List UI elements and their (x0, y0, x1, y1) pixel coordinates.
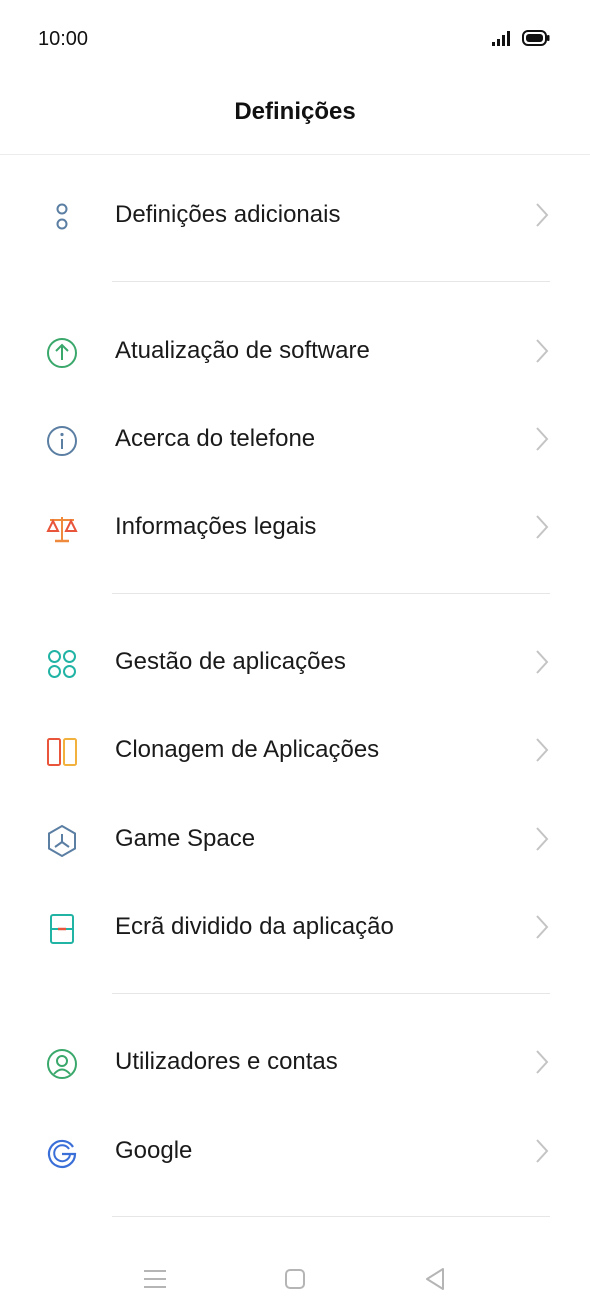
settings-item-label: Definições adicionais (115, 201, 341, 228)
chevron-right-icon (536, 738, 549, 762)
settings-item-label: Utilizadores e contas (115, 1048, 338, 1075)
user-accounts-icon (44, 1046, 80, 1082)
google-icon (44, 1135, 80, 1171)
settings-item-about-phone[interactable]: Acerca do telefone (0, 395, 590, 483)
settings-item-label: Atualização de software (115, 337, 370, 364)
app-management-icon (44, 646, 80, 682)
settings-item-label: Ecrã dividido da aplicação (115, 913, 394, 940)
chevron-right-icon (536, 650, 549, 674)
settings-item-label: Clonagem de Aplicações (115, 736, 380, 763)
settings-item-legal[interactable]: Informações legais (0, 483, 590, 571)
settings-item-split-screen[interactable]: Ecrã dividido da aplicação (0, 883, 590, 971)
split-screen-icon (44, 911, 80, 947)
settings-item-label: Gestão de aplicações (115, 648, 346, 675)
legal-scale-icon (44, 511, 80, 547)
software-update-icon (44, 335, 80, 371)
battery-icon (522, 30, 550, 46)
back-icon[interactable] (420, 1264, 450, 1294)
chevron-right-icon (536, 1050, 549, 1074)
settings-item-additional[interactable]: Definições adicionais (0, 171, 590, 259)
settings-item-label: Informações legais (115, 513, 317, 540)
header: Definições (0, 80, 590, 155)
settings-item-label: Acerca do telefone (115, 425, 316, 452)
divider (112, 993, 550, 994)
home-icon[interactable] (280, 1264, 310, 1294)
status-icons (492, 30, 550, 46)
chevron-right-icon (536, 827, 549, 851)
chevron-right-icon (536, 203, 549, 227)
settings-item-google[interactable]: Google (0, 1107, 590, 1195)
divider (112, 593, 550, 594)
settings-item-app-management[interactable]: Gestão de aplicações (0, 618, 590, 706)
navigation-bar (0, 1240, 590, 1312)
app-clone-icon (44, 734, 80, 770)
game-space-icon (44, 823, 80, 859)
status-time: 10:00 (38, 28, 89, 50)
chevron-right-icon (536, 515, 549, 539)
info-icon (44, 423, 80, 459)
settings-item-app-clone[interactable]: Clonagem de Aplicações (0, 706, 590, 794)
menu-icon[interactable] (140, 1264, 170, 1294)
chevron-right-icon (536, 427, 549, 451)
settings-item-label: Game Space (115, 825, 256, 852)
additional-settings-icon (44, 199, 80, 235)
signal-icon (492, 31, 510, 46)
chevron-right-icon (536, 915, 549, 939)
page-title: Definições (234, 98, 356, 125)
status-bar: 10:00 (0, 0, 590, 80)
divider (112, 281, 550, 282)
settings-item-label: Google (115, 1137, 193, 1164)
divider (112, 1216, 550, 1217)
chevron-right-icon (536, 339, 549, 363)
chevron-right-icon (536, 1139, 549, 1163)
settings-item-users-accounts[interactable]: Utilizadores e contas (0, 1018, 590, 1106)
settings-item-game-space[interactable]: Game Space (0, 795, 590, 883)
settings-item-software-update[interactable]: Atualização de software (0, 307, 590, 395)
